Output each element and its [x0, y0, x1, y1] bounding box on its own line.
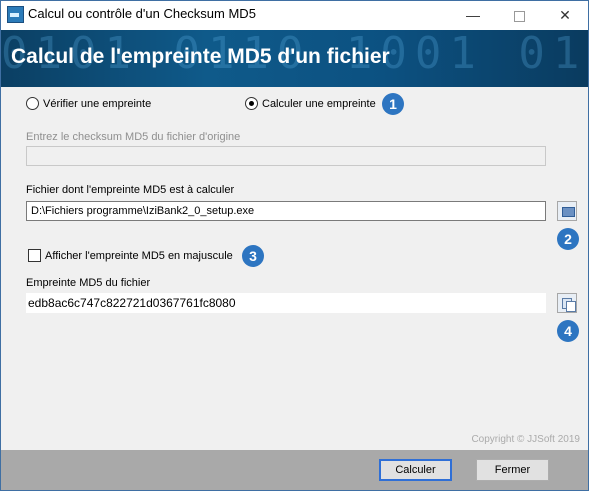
step-badge-3: 3: [242, 245, 264, 267]
uppercase-label: Afficher l'empreinte MD5 en majuscule: [45, 249, 233, 262]
uppercase-option[interactable]: Afficher l'empreinte MD5 en majuscule: [28, 249, 233, 262]
minimize-button[interactable]: —: [450, 1, 496, 30]
app-icon: [7, 6, 24, 23]
md5-result-field[interactable]: edb8ac6c747c822721d0367761fc8080: [26, 293, 546, 313]
app-window: Calcul ou contrôle d'un Checksum MD5 — ✕…: [0, 0, 589, 491]
button-bar: Calculer Fermer: [1, 450, 588, 490]
radio-calculate[interactable]: [245, 97, 258, 110]
step-badge-1: 1: [382, 93, 404, 115]
window-title: Calcul ou contrôle d'un Checksum MD5: [28, 6, 256, 21]
radio-verify-option[interactable]: Vérifier une empreinte: [26, 97, 151, 110]
main-content: Vérifier une empreinte Calculer une empr…: [1, 87, 588, 450]
file-path-input[interactable]: D:\Fichiers programme\IziBank2_0_setup.e…: [26, 201, 546, 221]
browse-file-button[interactable]: [557, 201, 577, 221]
calculate-button[interactable]: Calculer: [379, 459, 452, 481]
maximize-button[interactable]: [496, 1, 542, 30]
uppercase-checkbox[interactable]: [28, 249, 41, 262]
md5-result-label: Empreinte MD5 du fichier: [26, 277, 151, 289]
title-bar: Calcul ou contrôle d'un Checksum MD5 — ✕: [1, 1, 588, 30]
file-path-label: Fichier dont l'empreinte MD5 est à calcu…: [26, 184, 235, 196]
original-checksum-label: Entrez le checksum MD5 du fichier d'orig…: [26, 131, 241, 143]
copy-md5-button[interactable]: [557, 293, 577, 313]
copyright-text: Copyright © JJSoft 2019: [471, 434, 580, 445]
close-window-button[interactable]: ✕: [542, 1, 588, 30]
radio-verify-label: Vérifier une empreinte: [43, 97, 152, 110]
banner-title: Calcul de l'empreinte MD5 d'un fichier: [11, 45, 390, 68]
radio-calculate-option[interactable]: Calculer une empreinte: [245, 97, 376, 110]
header-banner: 0101 0110 1001 0101 1010 Calcul de l'emp…: [1, 30, 588, 87]
step-badge-4: 4: [557, 320, 579, 342]
step-badge-2: 2: [557, 228, 579, 250]
radio-calculate-label: Calculer une empreinte: [262, 97, 376, 110]
radio-verify[interactable]: [26, 97, 39, 110]
folder-browse-icon: [562, 207, 575, 217]
copy-icon-front: [566, 301, 576, 312]
close-button[interactable]: Fermer: [476, 459, 549, 481]
maximize-icon: [513, 10, 525, 22]
original-checksum-input[interactable]: [26, 146, 546, 166]
